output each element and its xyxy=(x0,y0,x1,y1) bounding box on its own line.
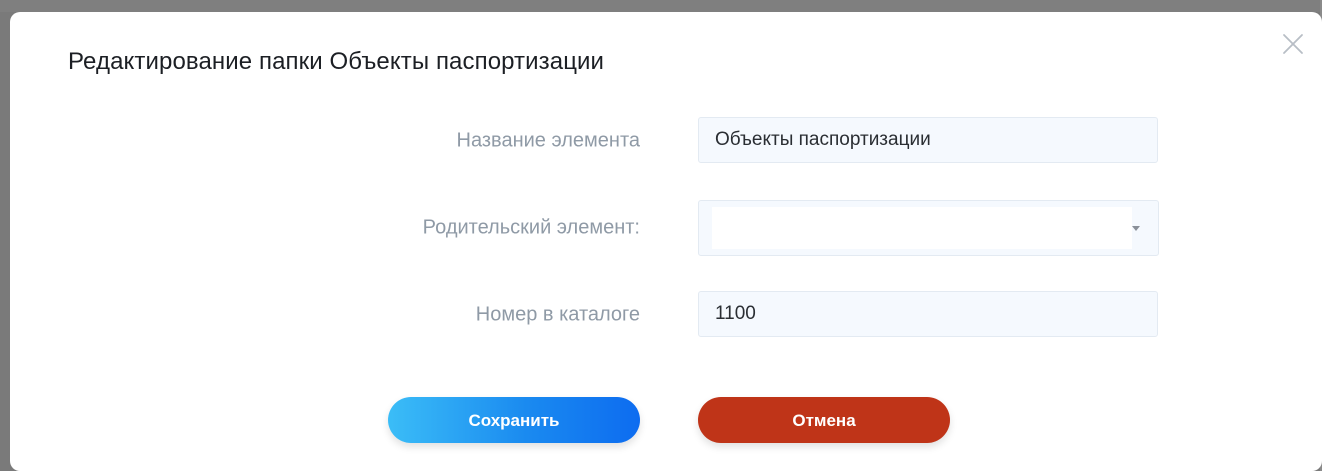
parent-field-label: Родительский элемент: xyxy=(422,216,640,239)
dialog-title: Редактирование папки Объекты паспортизац… xyxy=(68,48,605,75)
backdrop-overlay xyxy=(0,0,1322,12)
edit-folder-dialog: Редактирование папки Объекты паспортизац… xyxy=(10,12,1322,471)
close-icon xyxy=(1283,34,1303,54)
parent-field-row: Родительский элемент: xyxy=(10,200,1322,256)
name-field-input[interactable] xyxy=(698,117,1158,163)
catalog-field-row: Номер в каталоге xyxy=(10,291,1322,339)
name-field-row: Название элемента xyxy=(10,117,1322,165)
catalog-field-label: Номер в каталоге xyxy=(475,303,640,326)
caret-down-icon xyxy=(1132,226,1140,231)
name-field-label: Название элемента xyxy=(456,129,640,152)
parent-element-select[interactable] xyxy=(698,200,1159,256)
cancel-button[interactable]: Отмена xyxy=(698,397,950,443)
select-display xyxy=(712,207,1132,249)
catalog-number-input[interactable] xyxy=(698,291,1158,337)
close-button[interactable] xyxy=(1282,33,1304,55)
save-button[interactable]: Сохранить xyxy=(388,397,640,443)
